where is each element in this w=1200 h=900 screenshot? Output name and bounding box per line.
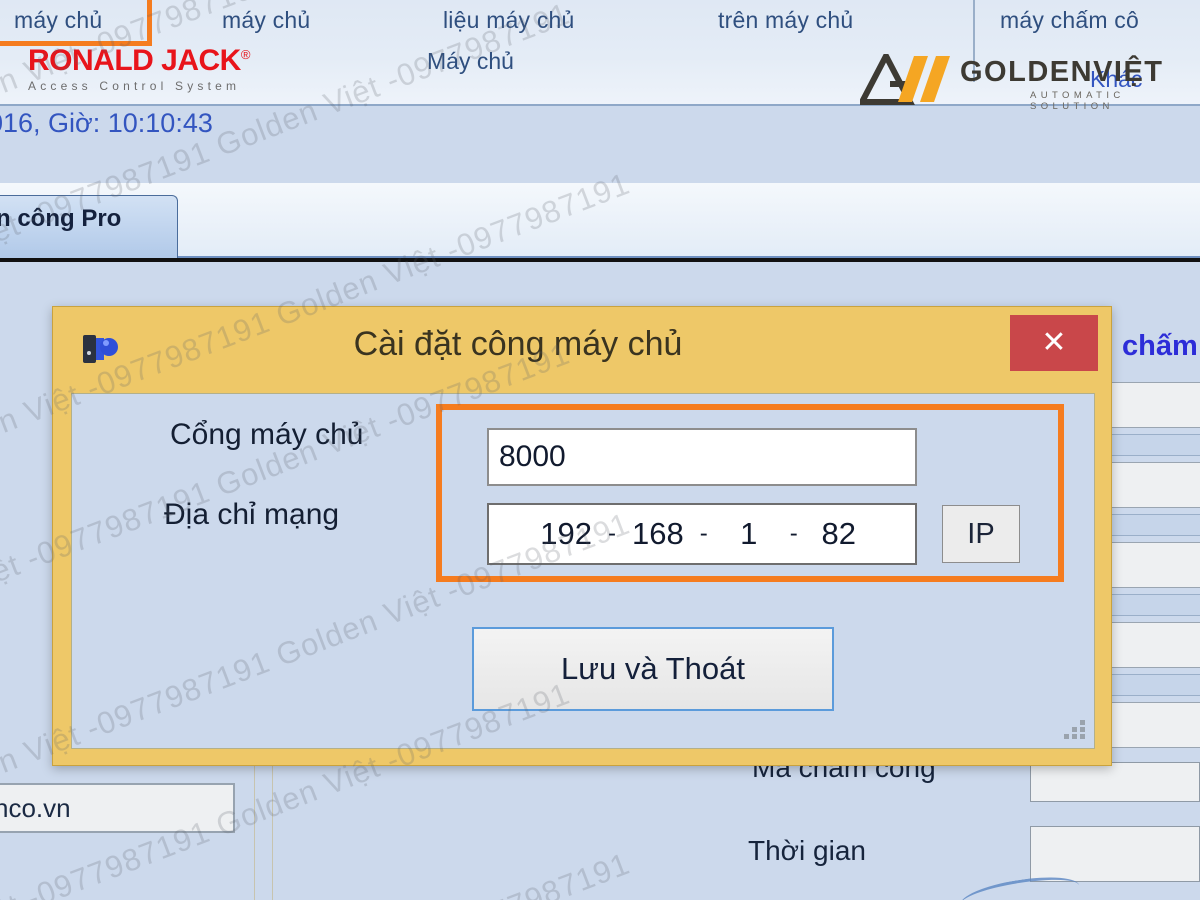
menu-item-4[interactable]: máy chấm cô (1000, 0, 1139, 40)
golden-viet-mark-icon (857, 49, 956, 111)
application-window: máy chủ máy chủ liệu máy chủ trên máy ch… (0, 0, 1200, 900)
ip-address-input[interactable]: 192 - 168 - 1 - 82 (487, 503, 917, 565)
menu-item-3[interactable]: trên máy chủ (718, 0, 853, 40)
menu-sub-label[interactable]: Máy chủ (427, 48, 514, 75)
golden-word: GOLDEN (960, 56, 1094, 88)
ronald-jack-logo: RONALD JACK® Access Control System (28, 44, 308, 94)
resize-grip[interactable] (1064, 720, 1086, 740)
ip-octet-4[interactable]: 82 (814, 516, 864, 552)
save-and-exit-button[interactable]: Lưu và Thoát (472, 627, 834, 711)
close-icon[interactable]: ✕ (1010, 315, 1098, 371)
tab-active-label: n công Pro (0, 205, 122, 232)
ip-octet-1[interactable]: 192 (540, 516, 592, 552)
background-vertical-rule (272, 760, 273, 900)
dialog-title-bar[interactable]: Cài đặt công máy chủ ✕ (53, 307, 1113, 389)
tab-strip-background (0, 183, 1200, 259)
menu-item-highlight-box (0, 0, 152, 46)
status-datetime: 016, Giờ: 10:10:43 (0, 108, 213, 138)
dialog-title: Cài đặt công máy chủ (353, 325, 683, 363)
ip-field-label: Địa chỉ mạng (164, 498, 340, 531)
ip-separator: - (789, 520, 798, 547)
ip-octet-3[interactable]: 1 (724, 516, 774, 552)
fields-highlight-box: 8000 192 - 168 - 1 - 82 IP (436, 404, 1064, 582)
server-port-settings-dialog: Cài đặt công máy chủ ✕ Cổng máy chủ Địa … (52, 306, 1112, 766)
ip-octet-2[interactable]: 168 (632, 516, 684, 552)
top-menu-bar: máy chủ máy chủ liệu máy chủ trên máy ch… (0, 0, 1200, 112)
ip-button[interactable]: IP (942, 505, 1020, 563)
port-field-label: Cổng máy chủ (170, 418, 364, 451)
background-code-input[interactable] (1030, 762, 1200, 802)
ip-separator: - (608, 520, 616, 547)
menu-item-2[interactable]: liệu máy chủ (443, 0, 575, 40)
viet-word: VIỆT (1093, 56, 1164, 88)
background-website-field[interactable]: nco.vn (0, 783, 235, 833)
menu-items-row: máy chủ máy chủ liệu máy chủ trên máy ch… (0, 0, 1200, 46)
background-label-time: Thời gian (748, 835, 866, 866)
golden-viet-logo: GOLDENVIỆT AUTOMATIC SOLUTION (857, 49, 1190, 112)
menu-item-1[interactable]: máy chủ (222, 0, 310, 40)
background-section-heading: chấm (1122, 330, 1198, 362)
background-time-input[interactable] (1030, 826, 1200, 882)
golden-viet-wordmark: GOLDENVIỆT (960, 56, 1164, 89)
ronald-jack-tagline: Access Control System (28, 79, 241, 93)
port-input[interactable]: 8000 (487, 428, 917, 486)
background-vertical-rule (254, 760, 255, 900)
ip-separator: - (699, 520, 708, 547)
dialog-body: Cổng máy chủ Địa chỉ mạng 8000 192 - 168… (71, 393, 1095, 749)
tab-strip (0, 183, 1200, 275)
background-website-value: nco.vn (0, 793, 71, 823)
golden-viet-tagline: AUTOMATIC SOLUTION (1030, 90, 1125, 112)
registered-trademark-icon: ® (240, 47, 251, 62)
ronald-jack-wordmark: RONALD JACK (28, 44, 241, 77)
